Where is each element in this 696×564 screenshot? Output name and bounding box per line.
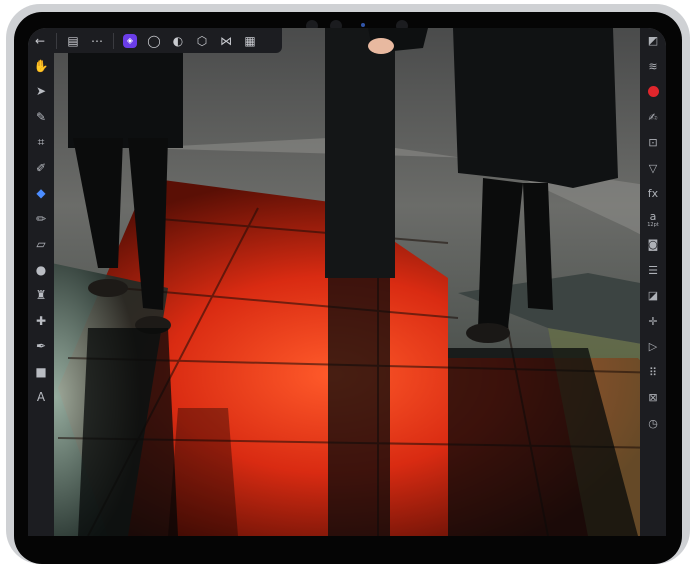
crop-tool[interactable]: ⌗ bbox=[28, 130, 54, 156]
flood-fill-tool[interactable]: ◆ bbox=[28, 181, 54, 207]
color-studio[interactable] bbox=[640, 79, 666, 105]
canvas-photo[interactable] bbox=[28, 28, 666, 536]
move-tool[interactable]: ➤ bbox=[28, 79, 54, 105]
app-screen: ← ▤ ⋯ ◈ ◯ ◐ ⬡ ⋈ ▦ ✋ ➤ ✎ ⌗ ✐ ◆ ✏ ▱ ● ♜ ✚ … bbox=[28, 28, 666, 536]
swatches-icon: ⠿ bbox=[648, 365, 658, 379]
pen-icon: ✒ bbox=[35, 339, 47, 354]
channels-studio[interactable]: ⊡ bbox=[640, 130, 666, 156]
camera-icon: ◙ bbox=[647, 238, 659, 252]
history-icon: ◷ bbox=[648, 416, 658, 430]
healing-brush-tool[interactable]: ✚ bbox=[28, 308, 54, 334]
font-size-label: 12pt bbox=[647, 222, 659, 229]
color-picker-tool[interactable]: ✎ bbox=[28, 104, 54, 130]
fx-icon: fx bbox=[647, 187, 659, 201]
transform-studio[interactable]: ✛ bbox=[640, 309, 666, 335]
brushes-icon: ✍ bbox=[648, 110, 658, 124]
layout-icon: ▦ bbox=[244, 33, 256, 48]
character-icon: a 12pt bbox=[647, 210, 659, 228]
rectangle-tool[interactable]: ■ bbox=[28, 359, 54, 385]
drop-icon: ● bbox=[35, 262, 47, 277]
play-icon: ▷ bbox=[648, 340, 658, 354]
navigator-icon: ◩ bbox=[647, 34, 659, 48]
histogram-icon: ◪ bbox=[647, 289, 659, 303]
stock-icon: ⊠ bbox=[648, 391, 658, 405]
divider bbox=[56, 32, 57, 49]
back-arrow-icon: ← bbox=[34, 33, 46, 48]
photo-persona-icon: ◈ bbox=[123, 33, 137, 48]
studio-panel: ◩ ≋ ✍ ⊡ ▽ fx a 12pt ◙ ☰ ◪ ✛ ▷ ⠿ ⊠ ◷ bbox=[640, 28, 666, 536]
export-persona-icon: ⋈ bbox=[220, 33, 232, 48]
brushes-studio[interactable]: ✍ bbox=[640, 105, 666, 131]
text-tool[interactable]: A bbox=[28, 385, 54, 411]
layers-icon: ≋ bbox=[648, 59, 658, 73]
selection-brush-icon: ✐ bbox=[35, 160, 47, 175]
fill-icon: ◆ bbox=[36, 186, 46, 201]
stamp-icon: ♜ bbox=[35, 288, 47, 303]
paint-brush-tool[interactable]: ✏ bbox=[28, 206, 54, 232]
histogram-studio[interactable]: ◪ bbox=[640, 283, 666, 309]
divider bbox=[113, 32, 114, 49]
macro-studio[interactable]: ▷ bbox=[640, 334, 666, 360]
swatches-studio[interactable]: ⠿ bbox=[640, 360, 666, 386]
hand-icon: ✋ bbox=[33, 58, 49, 73]
eyedropper-icon: ✎ bbox=[35, 109, 47, 124]
adjustments-studio[interactable]: ▽ bbox=[640, 156, 666, 182]
selection-brush-tool[interactable]: ✐ bbox=[28, 155, 54, 181]
hand-tool[interactable]: ✋ bbox=[28, 53, 54, 79]
brush-icon: ✏ bbox=[35, 211, 47, 226]
camera-studio[interactable]: ◙ bbox=[640, 232, 666, 258]
character-studio[interactable]: a 12pt bbox=[640, 207, 666, 233]
stock-studio[interactable]: ⊠ bbox=[640, 385, 666, 411]
photo-persona-button[interactable]: ◈ bbox=[118, 30, 142, 52]
crop-icon: ⌗ bbox=[37, 134, 45, 149]
liquify-persona-button[interactable]: ◯ bbox=[142, 30, 166, 52]
dodge-brush-tool[interactable]: ● bbox=[28, 257, 54, 283]
transform-icon: ✛ bbox=[648, 314, 658, 328]
back-button[interactable]: ← bbox=[28, 30, 52, 52]
eraser-icon: ▱ bbox=[36, 237, 46, 252]
document-button[interactable]: ▤ bbox=[61, 30, 85, 52]
bandage-icon: ✚ bbox=[35, 313, 47, 328]
layers-studio[interactable]: ≋ bbox=[640, 54, 666, 80]
document-icon: ▤ bbox=[67, 33, 79, 48]
tools-panel: ✋ ➤ ✎ ⌗ ✐ ◆ ✏ ▱ ● ♜ ✚ ✒ ■ A bbox=[28, 53, 54, 536]
channels-icon: ⊡ bbox=[648, 136, 658, 150]
clone-brush-tool[interactable]: ♜ bbox=[28, 283, 54, 309]
tone-mapping-persona-button[interactable]: ⬡ bbox=[190, 30, 214, 52]
top-toolbar: ← ▤ ⋯ ◈ ◯ ◐ ⬡ ⋈ ▦ bbox=[28, 28, 282, 53]
more-button[interactable]: ⋯ bbox=[85, 30, 109, 52]
pen-tool[interactable]: ✒ bbox=[28, 334, 54, 360]
layout-button[interactable]: ▦ bbox=[238, 30, 262, 52]
develop-persona-button[interactable]: ◐ bbox=[166, 30, 190, 52]
color-swatch-icon bbox=[647, 86, 659, 98]
effects-studio[interactable]: fx bbox=[640, 181, 666, 207]
history-studio[interactable]: ◷ bbox=[640, 411, 666, 437]
liquify-persona-icon: ◯ bbox=[147, 33, 161, 48]
adjustments-icon: ▽ bbox=[648, 161, 658, 175]
camera-icon bbox=[361, 23, 365, 27]
navigator-studio[interactable]: ◩ bbox=[640, 28, 666, 54]
tone-mapping-icon: ⬡ bbox=[196, 33, 208, 48]
develop-persona-icon: ◐ bbox=[172, 33, 184, 48]
sliders-studio[interactable]: ☰ bbox=[640, 258, 666, 284]
export-persona-button[interactable]: ⋈ bbox=[214, 30, 238, 52]
sliders-icon: ☰ bbox=[648, 263, 658, 277]
text-icon: A bbox=[36, 390, 46, 405]
move-icon: ➤ bbox=[35, 84, 47, 99]
rectangle-icon: ■ bbox=[35, 364, 47, 379]
more-icon: ⋯ bbox=[91, 33, 103, 48]
erase-brush-tool[interactable]: ▱ bbox=[28, 232, 54, 258]
